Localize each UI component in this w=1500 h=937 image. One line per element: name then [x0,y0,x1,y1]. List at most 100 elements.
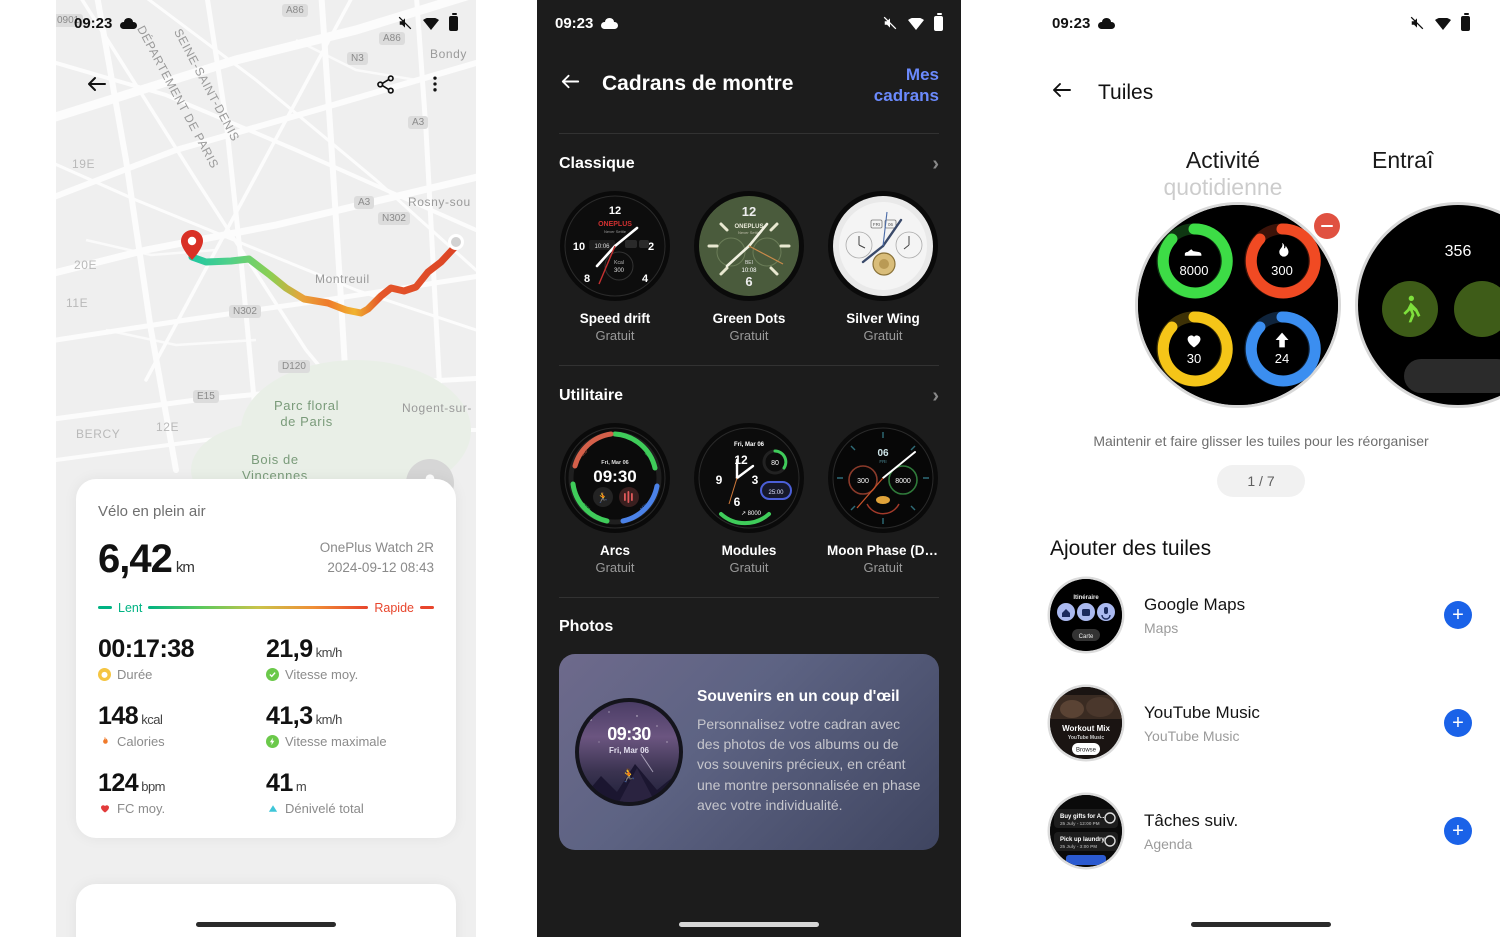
photos-section-title: Photos [559,617,614,635]
svg-text:FRI: FRI [873,222,880,227]
watchface-name: Modules [721,542,777,558]
svg-text:30: 30 [1187,351,1201,366]
watchface-item[interactable]: Fri, Mar 06 09:30 🏃 300 300 8000 35% Arcs Gratui… [559,422,671,575]
watchface-preview[interactable]: 12 10 2 8 4 ONEPLUS Never Settle 10:06 Kcal 300 [559,190,671,302]
photos-promo-banner[interactable]: 09:30 Fri, Mar 06 🏃 Souvenirs en un coup… [559,653,939,850]
app-tile-preview: Buy gifts for A... 25 July - 12:00 PM Pick… [1050,795,1122,867]
plus-icon[interactable]: + [1444,601,1472,629]
home-indicator[interactable] [1191,922,1331,927]
back-arrow-icon[interactable] [559,70,582,98]
chevron-right-icon[interactable]: › [932,386,939,406]
tile-activity-rings[interactable]: 8000 300 30 24 [1138,205,1338,405]
stat-cell: 148 kcal Calories [98,702,266,749]
promo-body: Personnalisez votre cadran avec des phot… [697,715,921,813]
watchfaces-header: Cadrans de montre Mes cadrans [537,38,961,107]
watchface-price: Gratuit [729,327,769,343]
watchfaces-title-group: Cadrans de montre [559,64,793,98]
road-shield: E15 [193,390,219,403]
home-indicator[interactable] [196,922,336,927]
distance-unit: km [175,558,195,576]
stat-label-row: Durée [98,667,266,682]
status-time-right: 09:23 [1052,14,1091,32]
watchface-row: Fri, Mar 06 09:30 🏃 300 300 8000 35% Arcs Gratui… [537,422,961,575]
svg-text:12: 12 [609,205,621,217]
share-icon[interactable] [368,67,402,101]
my-faces-link[interactable]: Mes cadrans [867,64,939,107]
svg-text:Kcal: Kcal [614,260,624,266]
watchface-item[interactable]: 06 FRI 300 8000 Moon Phase (De... Gratuit [827,422,939,575]
watchface-preview[interactable]: Fri, Mar 06 12 9 3 6 80 25:00 ↗ 8000 [693,422,805,534]
stat-value: 124 bpm [98,769,266,798]
activity-stats-grid: 00:17:38 Durée 21,9 km/h Vitesse moy. 148 kcal… [98,635,434,816]
watchface-section-header[interactable]: Classique › [537,134,961,190]
tiles-panel: 09:23 Tuiles Activité quotidienne Entraî… [1022,0,1500,937]
svg-text:10:06: 10:06 [594,244,610,250]
battery-icon [1461,12,1470,31]
watchface-row: 12 10 2 8 4 ONEPLUS Never Settle 10:06 Kcal 300 Sp… [537,190,961,343]
promo-heading: Souvenirs en un coup d'œil [697,687,900,705]
svg-text:ONEPLUS: ONEPLUS [598,221,632,228]
remove-circle-icon[interactable] [1314,213,1340,239]
tile-label-training: Entraî [1372,147,1500,174]
mute-icon [882,16,898,30]
more-vertical-icon[interactable] [418,67,452,101]
list-item[interactable]: Buy gifts for A... 25 July - 12:00 PM Pick… [1022,777,1500,885]
watchface-preview[interactable]: Fri, Mar 06 09:30 🏃 300 300 8000 35% [559,422,671,534]
stat-cell: 41 m Dénivelé total [266,769,434,816]
status-time: 09:23 [74,14,113,32]
plus-icon[interactable]: + [1444,817,1472,845]
watchface-item[interactable]: 12 6 ONEPLUS Never Settle BEI 10:08 Green Dots… [693,190,805,343]
page-title: Cadrans de montre [602,72,794,95]
home-indicator[interactable] [679,922,819,927]
legend-gradient-bar [148,606,369,609]
photos-section-header: Photos [537,598,961,642]
stat-cell: 21,9 km/h Vitesse moy. [266,635,434,682]
watchface-preview[interactable]: 12 6 ONEPLUS Never Settle BEI 10:08 [693,190,805,302]
svg-text:10:08: 10:08 [741,268,757,274]
watchface-name: Green Dots [712,310,786,326]
tile-label-line1-next: Entraî [1372,147,1434,173]
watchface-preview[interactable]: FRI 06 [827,190,939,302]
activity-distance: 6,42 km [98,539,195,579]
tiles-hint: Maintenir et faire glisser les tuiles po… [1093,433,1429,449]
back-arrow-icon[interactable] [1050,78,1074,107]
activity-meta: OnePlus Watch 2R 2024-09-12 08:43 [320,538,434,579]
watchface-preview[interactable]: 06 FRI 300 8000 [827,422,939,534]
status-time-group: 09:23 [74,14,138,32]
svg-text:Browse: Browse [1076,748,1097,754]
list-item[interactable]: Itinéraire Carte Google Maps Maps + [1022,561,1500,669]
check-speed-icon [266,667,279,681]
svg-text:8: 8 [584,273,590,285]
stat-number: 00:17:38 [98,634,195,663]
stat-label-row: Dénivelé total [266,801,434,816]
stat-number: 21,9 [266,634,313,663]
tile-label-activity: Activité quotidienne [1118,147,1328,201]
watchface-section-header[interactable]: Utilitaire › [537,366,961,422]
stat-label: Dénivelé total [285,800,364,816]
battery-icon [449,12,458,31]
back-arrow-icon[interactable] [80,67,114,101]
svg-text:25 July - 3:00 PM: 25 July - 3:00 PM [1060,844,1097,849]
tiles-carousel[interactable]: Activité quotidienne Entraî 8000 300 30 24 … [1022,127,1500,427]
stat-value: 148 kcal [98,702,266,731]
svg-text:YouTube Music: YouTube Music [1068,735,1104,741]
activity-datetime: 2024-09-12 08:43 [327,560,434,576]
secondary-card[interactable] [76,884,456,937]
speed-legend: Lent Rapide [98,601,434,615]
heart-icon [98,802,111,815]
tile-label-line1: Activité [1185,147,1261,173]
chevron-right-icon[interactable]: › [932,154,939,174]
watchfaces-panel: 09:23 Cadrans de montre Mes cadrans Clas… [537,0,961,937]
watchface-item[interactable]: Fri, Mar 06 12 9 3 6 80 25:00 ↗ 8000 Modules Grat… [693,422,805,575]
watchface-item[interactable]: 12 10 2 8 4 ONEPLUS Never Settle 10:06 Kcal 300 Sp… [559,190,671,343]
watchface-item[interactable]: FRI 06 Silver Wing Gratuit [827,190,939,343]
tile-training-partial[interactable]: 356 [1358,205,1500,405]
plus-icon[interactable]: + [1444,709,1472,737]
list-item[interactable]: Workout Mix YouTube Music Browse YouTube Mu… [1022,669,1500,777]
stat-value: 00:17:38 [98,635,266,664]
app-text: Google Maps Maps [1144,595,1422,636]
wifi-icon [908,17,924,30]
watchface-price: Gratuit [595,327,635,343]
device-name: OnePlus Watch 2R [319,540,434,555]
cloud-icon [120,17,138,29]
